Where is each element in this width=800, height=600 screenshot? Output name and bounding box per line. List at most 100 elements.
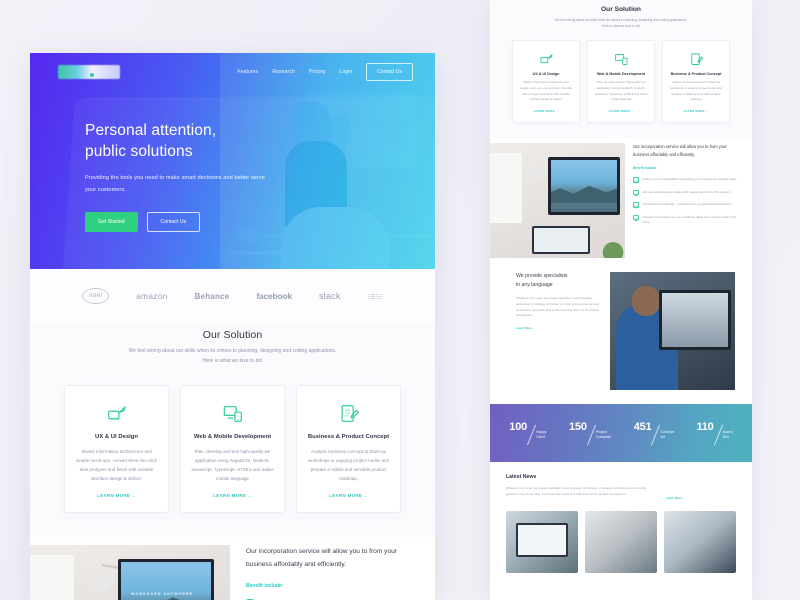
check-icon <box>633 202 639 208</box>
news-thumb-meeting[interactable] <box>585 511 657 574</box>
r-desk-workspace-photo <box>490 143 625 259</box>
stat-label: Project Complete <box>595 429 612 440</box>
business-product-concept-icon <box>307 402 390 426</box>
r-benefit-list-item: Do business internationally - corporatio… <box>633 202 739 208</box>
language-body: Whatever your need, we provide specialis… <box>516 296 599 318</box>
stat-value: 100 <box>509 420 528 433</box>
learn-more-link[interactable]: LEARN MORE → <box>191 493 274 498</box>
r-card-title: Web & Mobile Development <box>596 72 646 77</box>
r-benefit-item-text: Add new owners/investors easily while ma… <box>642 190 731 194</box>
stat-happy-client: 100 Happy Client <box>509 421 546 446</box>
r-benefits-copy: Our incorporation service will allow you… <box>633 143 745 258</box>
nav-link-login[interactable]: Login <box>339 69 352 75</box>
learn-more-link[interactable]: LEARN MORE → <box>75 493 158 498</box>
design-preview-canvas: Features Research Pricing Login Contact … <box>0 0 800 600</box>
language-learn-more-link[interactable]: Learn More → <box>516 326 602 330</box>
news-thumb-analytics[interactable] <box>506 511 578 574</box>
brand-logo-dot-icon <box>90 73 94 77</box>
hero-button-group: Get Started Contact Us <box>85 212 435 233</box>
hero-subtext: Providing the tools you need to make sma… <box>85 175 265 193</box>
stat-slash-divider <box>651 424 661 445</box>
r-solution-card-ux-ui[interactable]: UX & UI Design Sketch information archit… <box>512 40 580 124</box>
solution-card-business-concept[interactable]: Business & Product Concept Analyse busin… <box>296 384 401 513</box>
solution-subtitle: We feel strong about our skills when its… <box>128 348 337 364</box>
r-benefit-item-text: Choose to incorporate if you are conside… <box>642 215 736 225</box>
check-icon <box>633 177 639 183</box>
language-copy: We provide specialists in any language W… <box>490 272 602 390</box>
hero-copy: Personal attention, public solutions Pro… <box>30 81 435 233</box>
r-benefits-heading: Our incorporation service will allow you… <box>633 144 727 158</box>
logo-amazon: amazon <box>136 291 168 301</box>
stat-label: Award Win <box>722 429 733 440</box>
language-specialists-section: We provide specialists in any language W… <box>490 258 752 391</box>
learn-more-link[interactable]: LEARN MORE → <box>307 493 390 498</box>
r-learn-more-link[interactable]: LEARN MORE → <box>594 109 648 113</box>
news-body: Whatever your need, we provide specialis… <box>506 486 647 496</box>
hero-headline: Personal attention, public solutions <box>85 121 435 162</box>
r-solution-card-web-mobile[interactable]: Web & Mobile Development Plan, develop a… <box>587 40 655 124</box>
stat-slash-divider <box>586 424 596 445</box>
latest-news-section: Latest News Whatever your need, we provi… <box>490 462 752 574</box>
stats-band: 100 Happy Client 150 Project Complete 451 … <box>490 404 752 463</box>
r-card-body: Plan, develop and test high-quality we a… <box>594 80 648 102</box>
nav-link-research[interactable]: Research <box>272 69 295 75</box>
r-solution-title: Our Solution <box>601 6 641 13</box>
r-benefit-list-item: Add new owners/investors easily while ma… <box>633 189 739 196</box>
solution-card-ux-ui[interactable]: UX & UI Design Sketch information archit… <box>64 384 169 513</box>
benefits-label: Benefit include: <box>246 582 284 589</box>
r-benefits-label: Benefit include: <box>633 166 657 171</box>
benefits-heading: Our incorporation service will allow you… <box>246 547 397 568</box>
stat-label: Happy Client <box>536 429 547 440</box>
language-heading-line-1: We provide specialists <box>516 273 568 280</box>
stat-slash-divider <box>526 424 537 445</box>
r-benefit-item-text: Reduce your personal liability by separa… <box>642 178 737 182</box>
stat-project-complete: 150 Project Complete <box>569 421 611 446</box>
language-heading: We provide specialists in any language <box>516 272 602 290</box>
our-solution-section: Our Solution We feel strong about our sk… <box>30 323 435 537</box>
landing-page-desktop-mockup: Features Research Pricing Login Contact … <box>30 53 435 600</box>
developer-photo <box>610 272 735 391</box>
stat-label: Concept Art <box>660 429 674 440</box>
r-solution-card-list: UX & UI Design Sketch information archit… <box>490 40 752 139</box>
r-benefit-item-text: Do business internationally - corporatio… <box>642 203 732 207</box>
ux-ui-design-icon <box>519 51 573 67</box>
r-our-solution-section: Our Solution We feel strong about our sk… <box>490 0 752 140</box>
get-started-button[interactable]: Get Started <box>85 212 138 233</box>
hero-headline-line-2: public solutions <box>85 142 193 160</box>
nav-link-pricing[interactable]: Pricing <box>309 69 325 75</box>
logo-ibm: IBM <box>367 291 383 301</box>
business-product-concept-icon <box>669 51 723 67</box>
stat-slash-divider <box>713 424 723 445</box>
r-card-body: Analyse business concept at Start-Up wor… <box>669 80 723 102</box>
desk-workspace-photo: WORKHARD ANYWHERE <box>30 544 230 600</box>
solution-card-web-mobile[interactable]: Web & Mobile Development Plan, develop a… <box>180 384 285 513</box>
news-thumb-tablet[interactable] <box>664 511 736 574</box>
language-heading-line-2: in any language <box>516 282 553 289</box>
solution-card-list: UX & UI Design Sketch information archit… <box>30 384 435 513</box>
logo-intel: intel <box>82 288 110 304</box>
r-learn-more-link[interactable]: LEARN MORE → <box>669 109 723 113</box>
web-mobile-development-icon <box>594 51 648 67</box>
r-card-title: UX & UI Design <box>532 72 560 77</box>
news-learn-more-link[interactable]: Learn More → <box>666 496 686 500</box>
r-learn-more-link[interactable]: LEARN MORE → <box>519 109 573 113</box>
check-icon <box>633 189 639 196</box>
solution-title: Our Solution <box>202 329 263 341</box>
nav-contact-us-button[interactable]: Contact Us <box>366 63 413 81</box>
brand-logo-icon[interactable] <box>58 65 120 79</box>
r-solution-subtitle: We feel strong about our skills when its… <box>554 18 688 29</box>
logo-slack: slack <box>319 291 341 301</box>
r-card-body: Sketch information architecture and simp… <box>520 80 572 102</box>
main-navigation: Features Research Pricing Login Contact … <box>30 53 435 81</box>
benefits-section: WORKHARD ANYWHERE Our incorporation serv… <box>30 536 435 600</box>
landing-page-scrolled-mockup: Our Solution We feel strong about our sk… <box>490 0 752 600</box>
card-title: UX & UI Design <box>95 433 138 440</box>
stat-value: 150 <box>569 420 587 433</box>
stat-value: 110 <box>696 420 714 433</box>
stat-value: 451 <box>633 420 652 433</box>
r-card-title: Business & Product Concept <box>670 72 722 77</box>
nav-link-features[interactable]: Features <box>237 69 258 75</box>
r-solution-card-business-concept[interactable]: Business & Product Concept Analyse busin… <box>662 40 730 124</box>
hero-contact-us-button[interactable]: Contact Us <box>146 212 201 233</box>
ux-ui-design-icon <box>75 402 158 426</box>
